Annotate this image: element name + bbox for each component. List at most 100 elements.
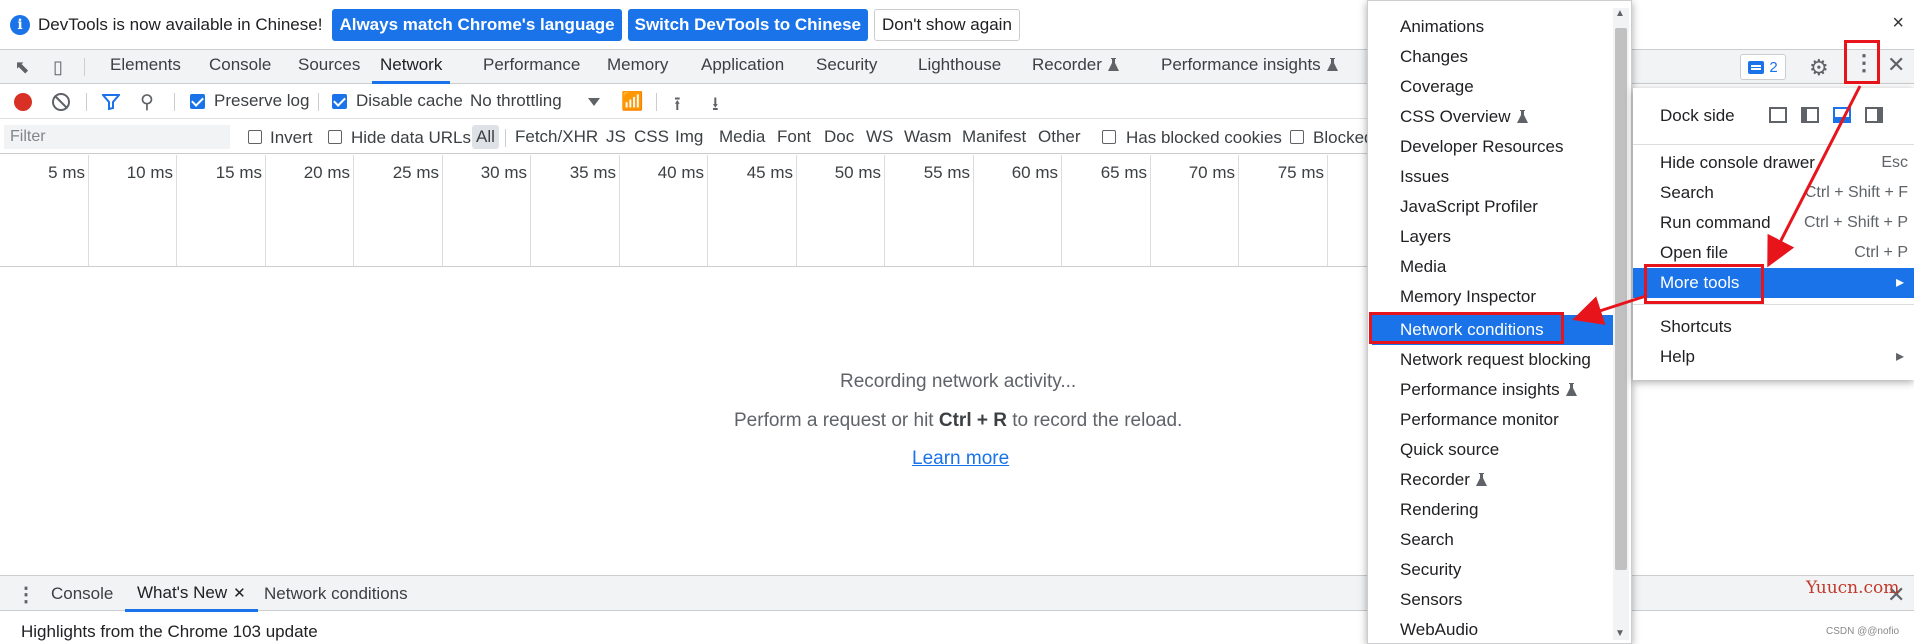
tab-memory[interactable]: Memory	[607, 50, 668, 84]
settings-gear-icon[interactable]: ⚙	[1809, 55, 1829, 81]
issues-badge[interactable]: 2	[1740, 54, 1786, 80]
switch-to-chinese-button[interactable]: Switch DevTools to Chinese	[627, 8, 869, 41]
type-filter-img[interactable]: Img	[675, 125, 703, 149]
network-timeline-overview[interactable]: 5 ms 10 ms 15 ms 20 ms 25 ms 30 ms 35 ms…	[0, 155, 1370, 267]
drawer-tab-whats-new[interactable]: What's New ✕	[125, 576, 258, 612]
tab-recorder[interactable]: Recorder	[1032, 50, 1119, 84]
dock-right-icon[interactable]	[1865, 107, 1883, 123]
record-icon[interactable]	[14, 93, 32, 111]
device-toolbar-icon[interactable]: ▯	[48, 57, 68, 77]
inspect-element-icon[interactable]: ⬉	[12, 57, 32, 77]
menu-item-quick-source[interactable]: Quick source	[1372, 435, 1615, 465]
menu-item-issues[interactable]: Issues	[1372, 162, 1615, 192]
menu-item-hide-console-drawer[interactable]: Hide console drawer Esc	[1633, 148, 1914, 178]
help-label: Help	[1660, 347, 1695, 366]
tab-network[interactable]: Network	[372, 50, 451, 84]
drawer-menu-kebab-icon[interactable]: ⋮	[16, 582, 36, 607]
filter-funnel-icon[interactable]	[100, 94, 122, 111]
menu-item-animations[interactable]: Animations	[1372, 12, 1615, 42]
network-toolbar: ⚲ Preserve log Disable cache No throttli…	[0, 85, 1370, 119]
throttling-select[interactable]: No throttling	[470, 91, 562, 111]
tab-security[interactable]: Security	[816, 50, 877, 84]
menu-item-run-command[interactable]: Run command Ctrl + Shift + P	[1633, 208, 1914, 238]
export-har-icon[interactable]: ⭳	[712, 90, 719, 122]
learn-more-link[interactable]: Learn more	[912, 448, 1009, 470]
menu-item-search[interactable]: Search	[1372, 525, 1615, 555]
tab-performance[interactable]: Performance	[483, 50, 580, 84]
drawer-tab-console[interactable]: Console	[51, 584, 113, 604]
import-har-icon[interactable]: ⭱	[674, 90, 681, 122]
type-filter-font[interactable]: Font	[777, 125, 811, 149]
reload-hint-text: Perform a request or hit Ctrl + R to rec…	[734, 410, 1182, 432]
experiment-flask-icon	[1565, 383, 1577, 396]
hide-data-urls-checkbox[interactable]	[328, 130, 342, 144]
tab-elements[interactable]: Elements	[110, 50, 181, 84]
type-filter-all[interactable]: All	[472, 125, 499, 149]
tab-lighthouse[interactable]: Lighthouse	[918, 50, 1001, 84]
menu-item-coverage[interactable]: Coverage	[1372, 72, 1615, 102]
menu-item-layers[interactable]: Layers	[1372, 222, 1615, 252]
submenu-scrollbar-thumb[interactable]	[1615, 28, 1627, 570]
infobar-close-icon[interactable]: ×	[1892, 12, 1904, 35]
menu-item-webaudio[interactable]: WebAudio	[1372, 615, 1615, 644]
customize-menu-kebab-icon[interactable]: ⋮	[1853, 52, 1875, 76]
type-filter-wasm[interactable]: Wasm	[904, 125, 952, 149]
filter-input[interactable]	[4, 125, 230, 149]
timeline-tick-label: 70 ms	[1188, 163, 1235, 182]
menu-item-performance-monitor[interactable]: Performance monitor	[1372, 405, 1615, 435]
tab-application[interactable]: Application	[701, 50, 784, 84]
menu-item-network-request-blocking[interactable]: Network request blocking	[1372, 345, 1615, 375]
drawer-tab-network-conditions[interactable]: Network conditions	[264, 584, 408, 604]
search-icon[interactable]: ⚲	[140, 91, 154, 114]
type-filter-media[interactable]: Media	[719, 125, 765, 149]
menu-item-performance-insights[interactable]: Performance insights	[1372, 375, 1615, 405]
menu-item-sensors[interactable]: Sensors	[1372, 585, 1615, 615]
dock-bottom-icon[interactable]	[1833, 107, 1851, 123]
has-blocked-cookies-label: Has blocked cookies	[1126, 128, 1282, 147]
menu-item-rendering[interactable]: Rendering	[1372, 495, 1615, 525]
menu-item-shortcuts[interactable]: Shortcuts	[1633, 312, 1914, 342]
scroll-down-arrow-icon[interactable]: ▼	[1615, 628, 1625, 639]
undock-icon[interactable]	[1769, 107, 1787, 123]
menu-item-media[interactable]: Media	[1372, 252, 1615, 282]
preserve-log-checkbox[interactable]	[190, 94, 205, 109]
blocked-requests-checkbox[interactable]	[1290, 130, 1304, 144]
menu-item-recorder[interactable]: Recorder	[1372, 465, 1615, 495]
close-devtools-icon[interactable]: ✕	[1887, 52, 1905, 78]
tab-console[interactable]: Console	[209, 50, 271, 84]
type-filter-css[interactable]: CSS	[634, 125, 669, 149]
submenu-arrow-icon: ▸	[1895, 348, 1904, 365]
menu-item-search[interactable]: Search Ctrl + Shift + F	[1633, 178, 1914, 208]
tab-sources[interactable]: Sources	[298, 50, 360, 84]
has-blocked-cookies-checkbox[interactable]	[1102, 130, 1116, 144]
close-tab-icon[interactable]: ✕	[233, 585, 246, 602]
menu-item-help[interactable]: Help ▸	[1633, 342, 1914, 372]
chevron-down-icon[interactable]	[588, 98, 600, 106]
tab-performance-insights[interactable]: Performance insights	[1161, 50, 1338, 84]
experiment-flask-icon	[1107, 58, 1119, 71]
scroll-up-arrow-icon[interactable]: ▲	[1615, 8, 1625, 19]
tab-recorder-label: Recorder	[1032, 55, 1102, 74]
menu-item-css-overview[interactable]: CSS Overview	[1372, 102, 1615, 132]
menu-item-performance-insights-label: Performance insights	[1400, 380, 1560, 399]
invert-checkbox[interactable]	[248, 130, 262, 144]
type-filter-manifest[interactable]: Manifest	[962, 125, 1026, 149]
menu-item-developer-resources[interactable]: Developer Resources	[1372, 132, 1615, 162]
type-filter-ws[interactable]: WS	[866, 125, 893, 149]
network-conditions-wifi-icon[interactable]: 📶	[621, 91, 643, 112]
type-filter-js[interactable]: JS	[606, 125, 626, 149]
dont-show-again-button[interactable]: Don't show again	[874, 8, 1020, 41]
menu-item-memory-inspector[interactable]: Memory Inspector	[1372, 282, 1615, 312]
clear-icon[interactable]	[52, 93, 70, 111]
type-filter-doc[interactable]: Doc	[824, 125, 854, 149]
disable-cache-checkbox[interactable]	[332, 94, 347, 109]
menu-item-javascript-profiler[interactable]: JavaScript Profiler	[1372, 192, 1615, 222]
menu-item-changes[interactable]: Changes	[1372, 42, 1615, 72]
dock-left-icon[interactable]	[1801, 107, 1819, 123]
timeline-tick-label: 65 ms	[1100, 163, 1147, 182]
always-match-language-button[interactable]: Always match Chrome's language	[332, 8, 622, 41]
type-filter-other[interactable]: Other	[1038, 125, 1081, 149]
submenu-arrow-icon: ▸	[1895, 274, 1904, 291]
menu-item-security[interactable]: Security	[1372, 555, 1615, 585]
type-filter-fetch-xhr[interactable]: Fetch/XHR	[515, 125, 598, 149]
